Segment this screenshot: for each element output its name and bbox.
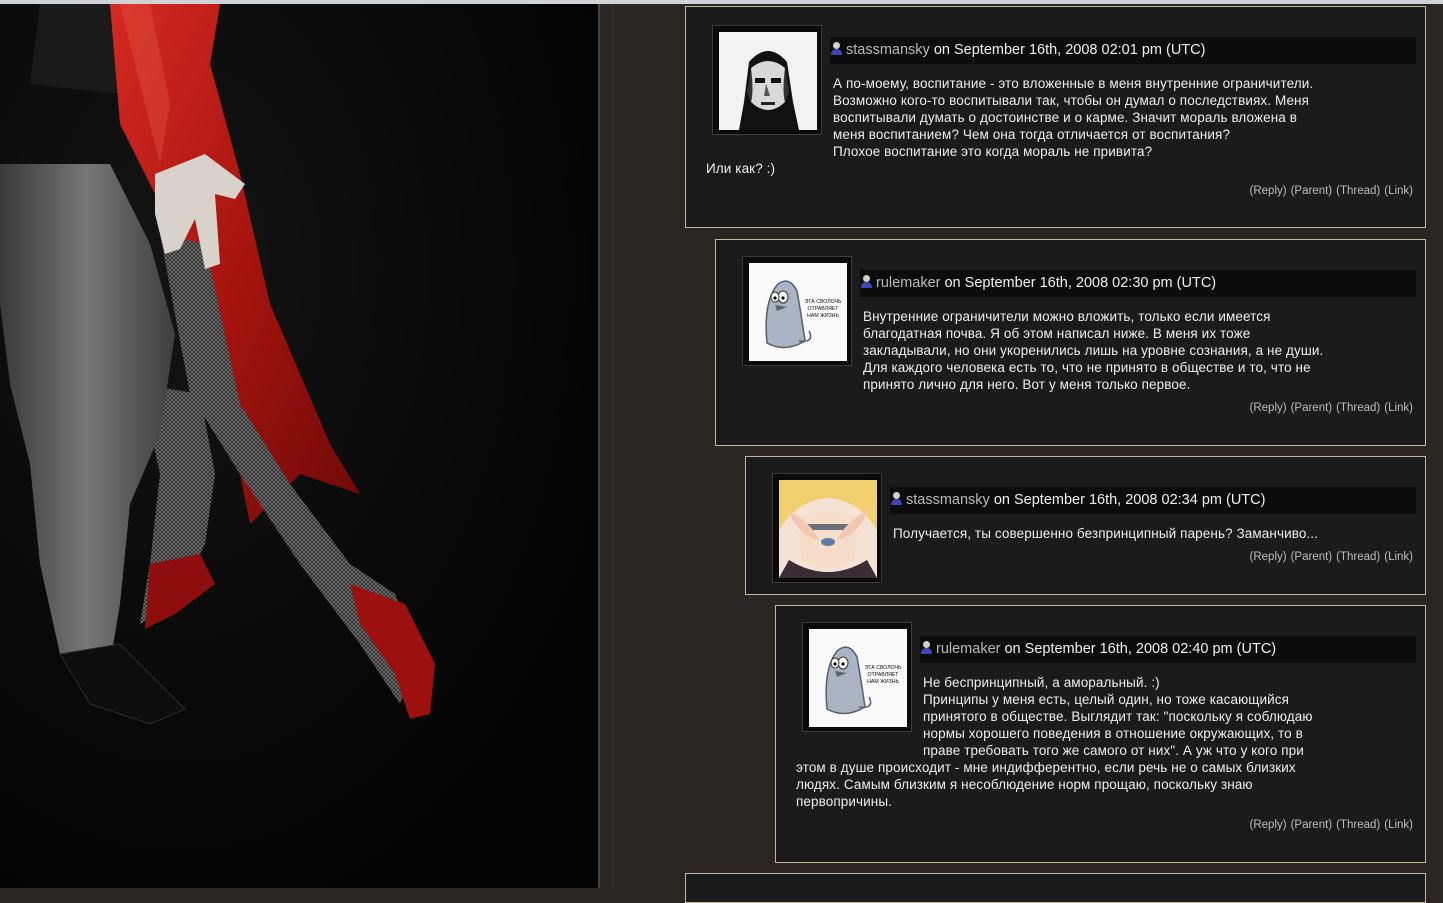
- comment-line: Или как? :): [706, 161, 776, 176]
- comment-line: воспитывали думать о достоинстве и о кар…: [833, 110, 1298, 125]
- user-icon[interactable]: [830, 42, 843, 56]
- comment-header: stassmansky on September 16th, 2008 02:3…: [890, 487, 1416, 514]
- comment-partial: [685, 873, 1426, 903]
- column-divider: [598, 4, 600, 888]
- comment-line: принято лично для него. Вот у меня тольк…: [863, 377, 1191, 392]
- comment-actions: (Reply) (Parent) (Thread) (Link): [1246, 402, 1413, 414]
- comment-text-continued: этом в душе происходит - мне индифферент…: [796, 759, 1296, 810]
- comment-text: Внутренние ограничители можно вложить, т…: [863, 308, 1323, 393]
- reply-link[interactable]: (Reply): [1250, 551, 1287, 563]
- comment-header: stassmansky on September 16th, 2008 02:0…: [830, 37, 1416, 64]
- user-icon[interactable]: [920, 641, 933, 655]
- comment-line: Не беспринципный, а аморальный. :): [923, 675, 1160, 690]
- avatar[interactable]: ЭТА СВОЛОЧЬ ОТРАВЛЯЕТ НАМ ЖИЗНЬ: [742, 256, 852, 366]
- comment-line: меня воспитанием? Чем она тогда отличает…: [833, 127, 1231, 142]
- comment-line: Получается, ты совершенно безпринципный …: [893, 526, 1319, 541]
- comment-line: благодатная почва. Я об этом написал ниж…: [863, 326, 1251, 341]
- comment: stassmansky on September 16th, 2008 02:0…: [685, 6, 1426, 228]
- permalink-link[interactable]: (Link): [1384, 185, 1413, 197]
- comment-date: on September 16th, 2008 02:30 pm (UTC): [940, 275, 1217, 291]
- parent-link[interactable]: (Parent): [1291, 819, 1333, 831]
- username-link[interactable]: rulemaker: [936, 641, 1000, 657]
- avatar-caption-1: ЭТА СВОЛОЧЬ: [865, 665, 902, 671]
- user-icon[interactable]: [860, 275, 873, 289]
- comment-actions: (Reply) (Parent) (Thread) (Link): [1246, 819, 1413, 831]
- avatar[interactable]: ЭТА СВОЛОЧЬ ОТРАВЛЯЕТ НАМ ЖИЗНЬ: [802, 622, 912, 732]
- reply-link[interactable]: (Reply): [1250, 185, 1287, 197]
- comment-line: Принципы у меня есть, целый один, но тож…: [923, 692, 1290, 707]
- house-portrait-icon: [719, 32, 817, 130]
- comment-text-continued: Или как? :): [706, 160, 775, 177]
- avatar-caption-3: НАМ ЖИЗНЬ: [807, 313, 839, 319]
- tango-background-image: [0, 4, 598, 888]
- permalink-link[interactable]: (Link): [1384, 551, 1413, 563]
- thread-link[interactable]: (Thread): [1336, 402, 1380, 414]
- comment-line: нормы хорошего поведения в отношение окр…: [923, 726, 1303, 741]
- anime-heart-hands-icon: [779, 480, 877, 578]
- comment-line: Возможно кого-то воспитывали так, чтобы …: [833, 93, 1310, 108]
- comment-actions: (Reply) (Parent) (Thread) (Link): [1246, 551, 1413, 563]
- permalink-link[interactable]: (Link): [1384, 819, 1413, 831]
- comment-line: праве требовать того же самого от них". …: [923, 743, 1304, 758]
- parent-link[interactable]: (Parent): [1291, 185, 1333, 197]
- comment: ЭТА СВОЛОЧЬ ОТРАВЛЯЕТ НАМ ЖИЗНЬ rulemake…: [715, 239, 1426, 446]
- comment-actions: (Reply) (Parent) (Thread) (Link): [1246, 185, 1413, 197]
- thread-link[interactable]: (Thread): [1336, 819, 1380, 831]
- thread-link[interactable]: (Thread): [1336, 551, 1380, 563]
- comment-line: Для каждого человека есть то, что не при…: [863, 360, 1311, 375]
- username-link[interactable]: stassmansky: [906, 492, 990, 508]
- penguin-cartoon-icon: ЭТА СВОЛОЧЬ ОТРАВЛЯЕТ НАМ ЖИЗНЬ: [749, 263, 847, 361]
- comment-header: rulemaker on September 16th, 2008 02:30 …: [860, 270, 1416, 297]
- comment-line: первопричины.: [796, 794, 892, 809]
- comment-line: А по-моему, воспитание - это вложенные в…: [833, 76, 1314, 91]
- comment: stassmansky on September 16th, 2008 02:3…: [745, 456, 1426, 595]
- avatar-caption-3: НАМ ЖИЗНЬ: [867, 679, 899, 685]
- comment-date: on September 16th, 2008 02:40 pm (UTC): [1000, 641, 1277, 657]
- reply-link[interactable]: (Reply): [1250, 819, 1287, 831]
- avatar[interactable]: [772, 473, 882, 583]
- username-link[interactable]: stassmansky: [846, 42, 930, 58]
- avatar-caption-2: ОТРАВЛЯЕТ: [868, 672, 900, 678]
- comment-line: Внутренние ограничители можно вложить, т…: [863, 309, 1271, 324]
- avatar-caption-2: ОТРАВЛЯЕТ: [808, 306, 840, 312]
- parent-link[interactable]: (Parent): [1291, 551, 1333, 563]
- column-divider-inner: [612, 4, 613, 888]
- comment-date: on September 16th, 2008 02:34 pm (UTC): [989, 492, 1266, 508]
- comment-line: принятого в обществе. Выглядит так: "пос…: [923, 709, 1313, 724]
- avatar-caption-1: ЭТА СВОЛОЧЬ: [805, 299, 842, 305]
- user-icon[interactable]: [890, 492, 903, 506]
- comment-line: закладывали, но они укоренились лишь на …: [863, 343, 1324, 358]
- comment-text: А по-моему, воспитание - это вложенные в…: [833, 75, 1313, 160]
- username-link[interactable]: rulemaker: [876, 275, 940, 291]
- comment-text: Получается, ты совершенно безпринципный …: [893, 525, 1318, 542]
- permalink-link[interactable]: (Link): [1384, 402, 1413, 414]
- penguin-cartoon-icon: ЭТА СВОЛОЧЬ ОТРАВЛЯЕТ НАМ ЖИЗНЬ: [809, 629, 907, 727]
- comment-text: Не беспринципный, а аморальный. :) Принци…: [923, 674, 1313, 759]
- comment-line: людях. Самым близким я несоблюдение норм…: [796, 777, 1253, 792]
- avatar[interactable]: [712, 25, 822, 135]
- reply-link[interactable]: (Reply): [1250, 402, 1287, 414]
- comment-date: on September 16th, 2008 02:01 pm (UTC): [929, 42, 1206, 58]
- comment: ЭТА СВОЛОЧЬ ОТРАВЛЯЕТ НАМ ЖИЗНЬ rulemake…: [775, 605, 1426, 863]
- comment-line: Плохое воспитание это когда мораль не пр…: [833, 144, 1153, 159]
- comment-line: этом в душе происходит - мне индифферент…: [796, 760, 1296, 775]
- comment-header: rulemaker on September 16th, 2008 02:40 …: [920, 636, 1416, 663]
- thread-link[interactable]: (Thread): [1336, 185, 1380, 197]
- parent-link[interactable]: (Parent): [1291, 402, 1333, 414]
